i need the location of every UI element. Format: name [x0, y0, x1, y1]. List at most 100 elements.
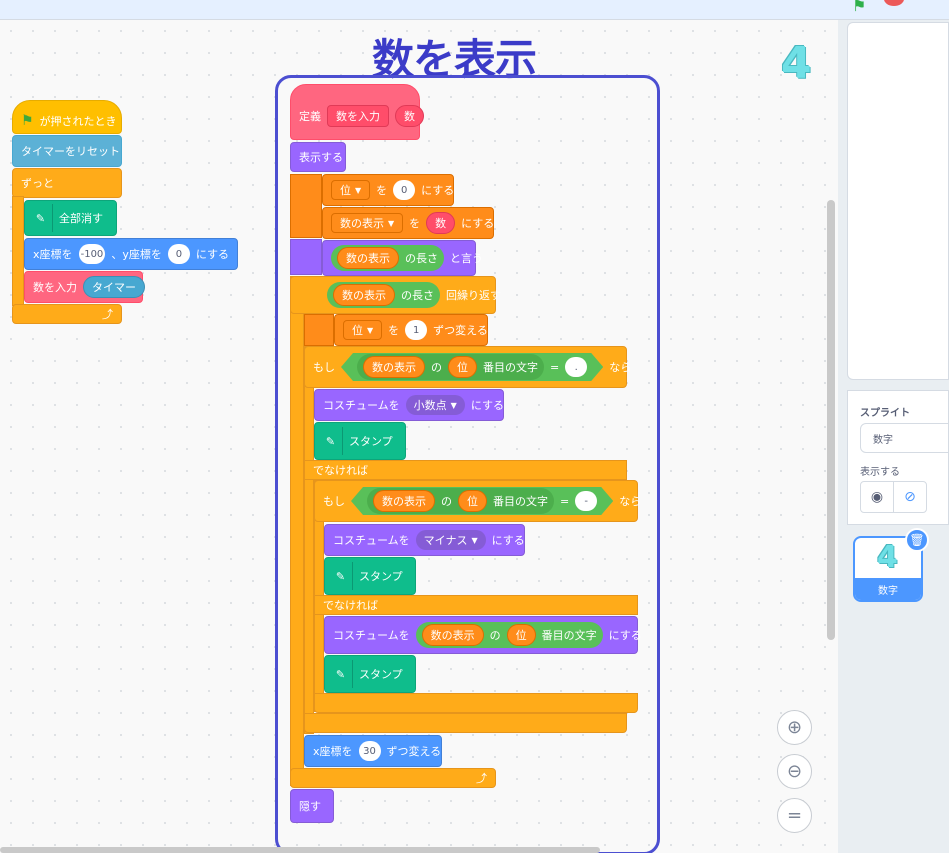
- num-param-reporter[interactable]: 数: [426, 212, 456, 234]
- length-reporter[interactable]: 数の表示 の長さ: [327, 282, 440, 308]
- change-place-block[interactable]: 位 ▼ を 1 ずつ変える: [334, 314, 488, 346]
- stamp-block-3[interactable]: ✎ スタンプ: [324, 655, 416, 693]
- dropdown-arrow-icon: ▼: [471, 535, 478, 545]
- place-var-dropdown[interactable]: 位 ▼: [343, 320, 383, 340]
- stage[interactable]: [847, 22, 949, 380]
- define-hat[interactable]: 定義 数を入力 数: [290, 84, 424, 140]
- place-var-reporter[interactable]: 位: [506, 624, 536, 646]
- equals-condition-1[interactable]: 数の表示 の 位 番目の文字 = .: [341, 353, 603, 381]
- length-reporter[interactable]: 数の表示 の長さ: [331, 245, 444, 271]
- if1-of-label: の: [431, 361, 442, 374]
- if1-foot: [304, 713, 627, 733]
- zoom-reset-button[interactable]: =: [777, 798, 812, 833]
- equals-label: =: [550, 360, 560, 374]
- place-var-dropdown[interactable]: 位 ▼: [331, 180, 371, 200]
- if1-side: [304, 346, 314, 734]
- display-var-reporter[interactable]: 数の表示: [363, 356, 425, 378]
- letter-of-reporter[interactable]: 数の表示 の 位 番目の文字: [367, 488, 554, 514]
- costume2-label: コスチュームを: [333, 534, 410, 547]
- switch-costume-block-3[interactable]: コスチュームを 数の表示 の 位 番目の文字 にする: [324, 616, 642, 654]
- show-label: 表示する: [860, 467, 900, 478]
- stop-icon[interactable]: [884, 0, 904, 6]
- set1-to-label: を: [376, 184, 388, 197]
- set-place-block[interactable]: 位 ▼ を 0 にする: [322, 174, 454, 206]
- stamp-block-2[interactable]: ✎ スタンプ: [324, 557, 416, 595]
- costume3-end-label: にする: [608, 629, 642, 642]
- green-flag-icon[interactable]: ⚑: [852, 0, 866, 15]
- goto-xy-block[interactable]: x座標を -100 、y座標を 0 にする: [24, 238, 238, 270]
- sprite-tile-name: 数字: [855, 578, 921, 600]
- reset-timer-block[interactable]: タイマーをリセット: [12, 135, 122, 167]
- if2-of-label: の: [441, 495, 452, 508]
- zoom-out-button[interactable]: ⊖: [777, 754, 812, 789]
- say-block[interactable]: 数の表示 の長さ と言う: [322, 240, 483, 276]
- stamp-block-1[interactable]: ✎ スタンプ: [314, 422, 406, 460]
- hide-block[interactable]: 隠す: [290, 789, 334, 823]
- code-workspace[interactable]: 数を表示 4 ⚑ が押されたとき タイマーをリセット ずっと ✎ 全部消す x座…: [0, 20, 838, 853]
- set1-value-input[interactable]: 0: [393, 180, 416, 200]
- equals-label: =: [560, 494, 570, 508]
- show-block[interactable]: 表示する: [290, 142, 346, 172]
- change-x-input[interactable]: 30: [358, 741, 381, 761]
- else-2: でなければ: [314, 595, 638, 615]
- repeat-len-label: の長さ: [401, 289, 434, 302]
- change-value-input[interactable]: 1: [405, 320, 428, 340]
- input-number-call-block[interactable]: 数を入力 タイマー: [24, 271, 145, 303]
- when-flag-clicked-hat[interactable]: ⚑ が押されたとき: [12, 100, 122, 134]
- define-param[interactable]: 数: [395, 105, 424, 127]
- if1-label: もし: [313, 361, 335, 374]
- forever-block[interactable]: ずっと: [12, 168, 122, 198]
- show-sprite-button[interactable]: ◉: [860, 481, 894, 513]
- display-var-reporter[interactable]: 数の表示: [373, 490, 435, 512]
- display-var-reporter[interactable]: 数の表示: [333, 284, 395, 306]
- change-x-block[interactable]: x座標を 30 ずつ変える: [304, 735, 442, 767]
- costume3-letter-label: 番目の文字: [541, 629, 597, 642]
- goto-x-input[interactable]: -100: [78, 244, 106, 264]
- set-display-block[interactable]: 数の表示 ▼ を 数 にする: [322, 207, 494, 239]
- delete-sprite-button[interactable]: 🗑: [905, 528, 929, 552]
- costume-dropdown-1[interactable]: 小数点 ▼: [405, 395, 465, 415]
- letter-of-reporter[interactable]: 数の表示 の 位 番目の文字: [415, 622, 603, 648]
- repeat-block[interactable]: 数の表示 の長さ 回繰り返す: [290, 276, 501, 314]
- display-var-reporter[interactable]: 数の表示: [337, 247, 399, 269]
- display-var-reporter[interactable]: 数の表示: [421, 624, 484, 646]
- reset-timer-label: タイマーをリセット: [21, 145, 120, 158]
- horizontal-scrollbar[interactable]: [0, 847, 600, 853]
- vertical-scrollbar[interactable]: [827, 200, 835, 640]
- place-var-reporter[interactable]: 位: [458, 490, 487, 512]
- letter-of-reporter[interactable]: 数の表示 の 位 番目の文字: [357, 354, 544, 380]
- stamp-label: スタンプ: [359, 570, 403, 583]
- goto-y-input[interactable]: 0: [167, 244, 190, 264]
- dropdown-arrow-icon: ▼: [367, 325, 374, 335]
- display-var-dropdown[interactable]: 数の表示 ▼: [331, 213, 404, 233]
- stamp-label: スタンプ: [359, 668, 403, 681]
- costume1-label: コスチュームを: [323, 399, 400, 412]
- sprite-name-input[interactable]: 数字: [860, 423, 949, 453]
- if2-letter-label: 番目の文字: [493, 495, 548, 508]
- goto-sep-label: 、y座標を: [111, 248, 162, 261]
- forever-label: ずっと: [21, 177, 54, 190]
- timer-reporter[interactable]: タイマー: [83, 276, 145, 298]
- else1-label: でなければ: [313, 464, 368, 477]
- compare-input-1[interactable]: .: [565, 357, 587, 377]
- hide-sprite-button[interactable]: ⊘: [893, 481, 927, 513]
- zoom-in-button[interactable]: ⊕: [777, 710, 812, 745]
- switch-costume-block-2[interactable]: コスチュームを マイナス ▼ にする: [324, 524, 525, 556]
- costume-dropdown-2[interactable]: マイナス ▼: [415, 530, 486, 550]
- sprite-label: スプライト: [860, 408, 910, 419]
- sprite-thumbnail: 4: [877, 540, 898, 575]
- top-bar: ⚑: [0, 0, 949, 20]
- goto-x-label: x座標を: [33, 248, 73, 261]
- zoom-out-icon: ⊖: [786, 761, 803, 782]
- define-label: 定義: [299, 110, 321, 123]
- if-else-block-1[interactable]: もし 数の表示 の 位 番目の文字 = . なら: [304, 346, 631, 388]
- if-else-block-2[interactable]: もし 数の表示 の 位 番目の文字 = - なら: [314, 480, 641, 522]
- place-var-reporter[interactable]: 位: [448, 356, 477, 378]
- if1-then-label: なら: [609, 361, 632, 374]
- equals-condition-2[interactable]: 数の表示 の 位 番目の文字 = -: [351, 487, 613, 515]
- compare-input-2[interactable]: -: [575, 491, 597, 511]
- clear-block[interactable]: ✎ 全部消す: [24, 200, 117, 236]
- if1-letter-label: 番目の文字: [483, 361, 538, 374]
- pen-icon: ✎: [325, 660, 353, 688]
- switch-costume-block-1[interactable]: コスチュームを 小数点 ▼ にする: [314, 389, 504, 421]
